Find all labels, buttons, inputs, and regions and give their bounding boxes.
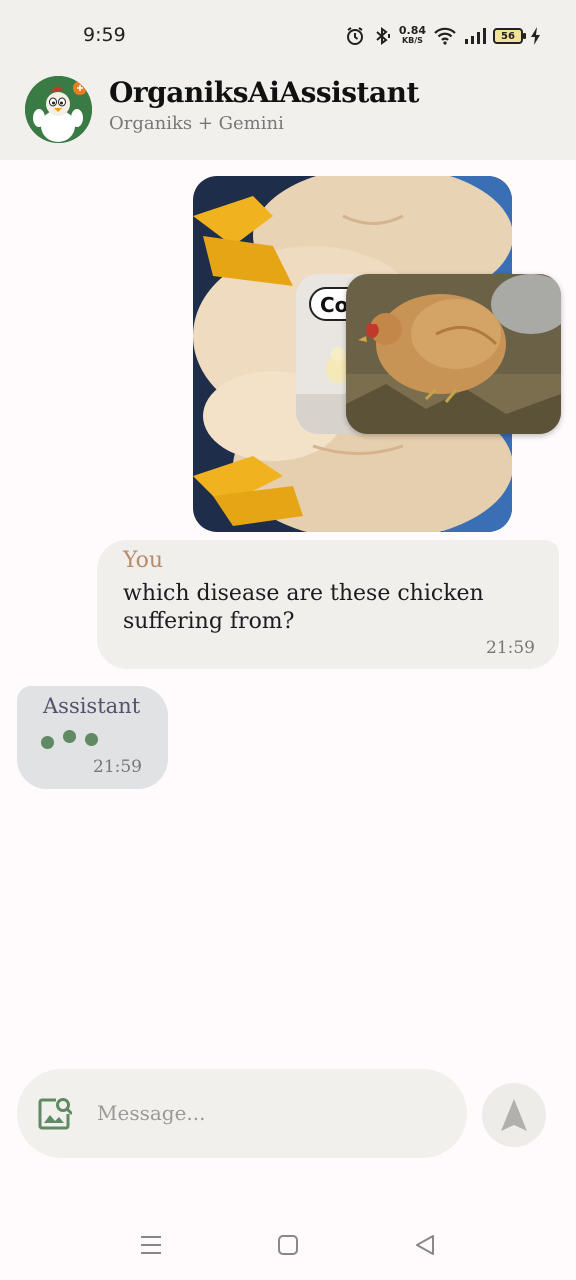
message-sender: Assistant [43, 694, 141, 718]
net-speed: 0.84 KB/S [398, 24, 426, 46]
message-sender: You [123, 548, 164, 573]
back-icon[interactable] [410, 1230, 440, 1260]
chicken-mascot-icon[interactable] [25, 76, 92, 143]
typing-indicator [41, 730, 101, 749]
app-bar: OrganiksAiAssistant Organiks + Gemini [0, 60, 576, 160]
charging-icon [531, 27, 540, 45]
svg-text:Co: Co [320, 293, 348, 317]
menu-icon[interactable] [136, 1230, 166, 1260]
assistant-message-bubble: Assistant 21:59 [17, 686, 168, 789]
battery-icon: 56 [493, 28, 526, 44]
system-nav-bar [0, 1200, 576, 1280]
chicken-photo-3[interactable] [346, 274, 561, 434]
message-time: 21:59 [93, 757, 142, 777]
bluetooth-icon [376, 27, 390, 45]
image-attachments[interactable]: Co [193, 176, 561, 534]
signal-icon [465, 28, 486, 44]
typing-dot [85, 733, 98, 746]
alarm-icon [346, 27, 363, 45]
typing-dot [41, 736, 54, 749]
wifi-icon [434, 27, 456, 45]
battery-level: 56 [501, 30, 515, 42]
typing-dot [63, 730, 76, 743]
app-subtitle: Organiks + Gemini [109, 113, 284, 134]
message-composer [17, 1069, 467, 1158]
image-search-icon[interactable] [38, 1097, 72, 1131]
message-time: 21:59 [486, 638, 535, 658]
app-title: OrganiksAiAssistant [109, 76, 419, 109]
message-text: which disease are these chicken sufferin… [123, 581, 484, 634]
message-input[interactable] [97, 1091, 447, 1135]
status-bar: 9:59 0.84 KB/S 56 [0, 0, 576, 60]
net-speed-value: 0.84 [398, 24, 426, 37]
send-icon [501, 1099, 527, 1131]
status-icons: 0.84 KB/S 56 [345, 22, 542, 50]
net-speed-unit: KB/S [401, 36, 423, 45]
status-time: 9:59 [83, 24, 126, 46]
home-icon[interactable] [273, 1230, 303, 1260]
send-button[interactable] [482, 1083, 546, 1147]
user-message-bubble[interactable]: You which disease are these chicken suff… [97, 540, 559, 669]
